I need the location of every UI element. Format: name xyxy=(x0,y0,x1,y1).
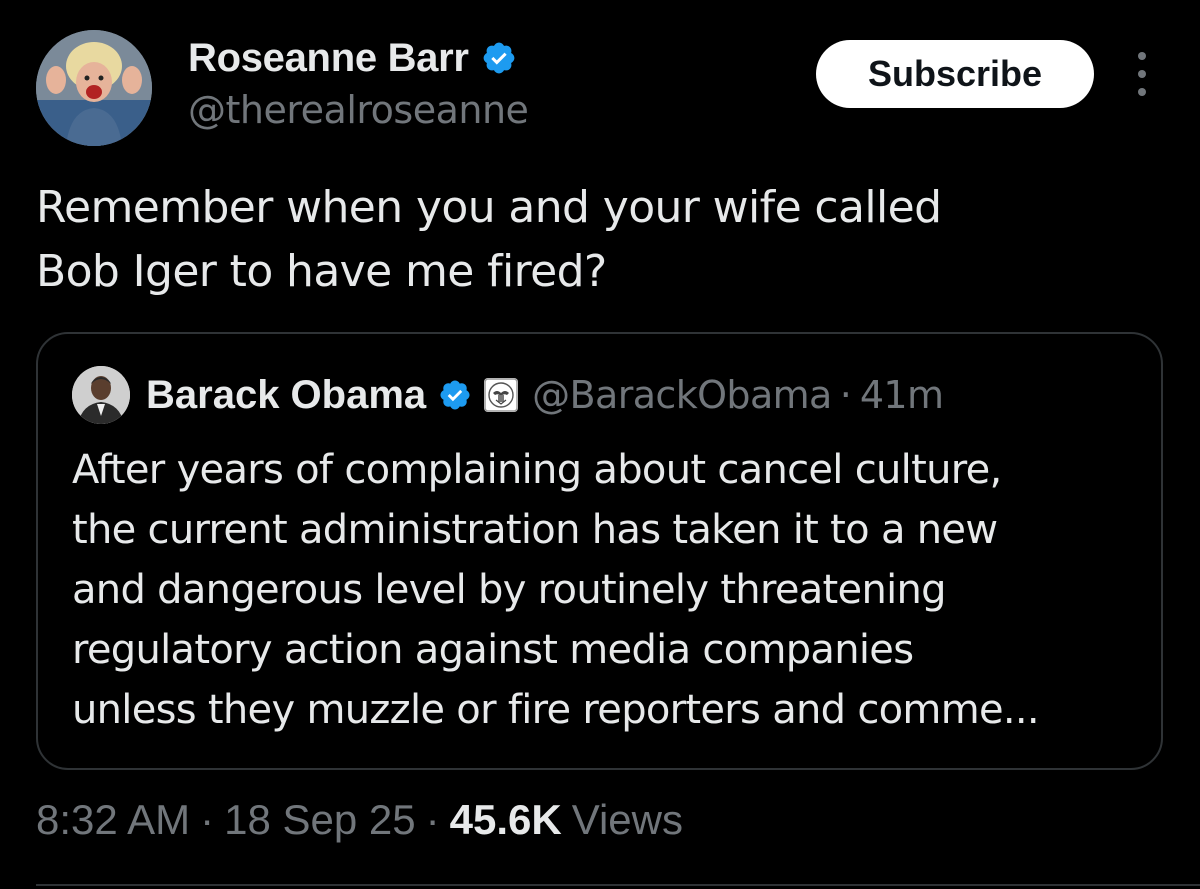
author-handle[interactable]: @therealroseanne xyxy=(188,88,529,132)
tweet-text-line: Remember when you and your wife called xyxy=(36,182,942,233)
more-dot xyxy=(1138,70,1146,78)
subscribe-button[interactable]: Subscribe xyxy=(816,40,1094,108)
quoted-author-handle[interactable]: @BarackObama xyxy=(532,373,832,417)
more-dot xyxy=(1138,52,1146,60)
more-dots-icon[interactable] xyxy=(1122,52,1162,96)
views-label[interactable]: Views xyxy=(572,796,683,844)
quoted-text-line: the current administration has taken it … xyxy=(72,507,998,553)
tweet-time[interactable]: 8:32 AM xyxy=(36,796,190,844)
author-avatar[interactable] xyxy=(36,30,152,146)
quoted-tweet-header: Barack Obama @BarackObama · 41m xyxy=(72,364,944,426)
tweet-meta: 8:32 AM · 18 Sep 25 · 45.6K Views xyxy=(36,796,683,844)
tweet: Roseanne Barr @therealroseanne Subscribe… xyxy=(0,0,1200,889)
quoted-tweet-text: After years of complaining about cancel … xyxy=(72,440,1142,740)
quoted-author-avatar[interactable] xyxy=(72,366,130,424)
tweet-text-line: Bob Iger to have me fired? xyxy=(36,246,607,297)
author-name[interactable]: Roseanne Barr xyxy=(188,36,469,81)
more-dot xyxy=(1138,88,1146,96)
separator-dot: · xyxy=(425,796,440,843)
quoted-text-line: unless they muzzle or fire reporters and… xyxy=(72,687,1040,733)
quoted-text-line: regulatory action against media companie… xyxy=(72,627,914,673)
quoted-author-name[interactable]: Barack Obama xyxy=(146,373,426,418)
verified-badge-icon xyxy=(440,380,470,410)
government-seal-icon xyxy=(484,378,519,412)
views-count[interactable]: 45.6K xyxy=(450,796,562,844)
separator-dot: · xyxy=(839,373,852,417)
quoted-tweet-time[interactable]: 41m xyxy=(860,373,944,417)
divider xyxy=(36,884,1200,886)
tweet-date[interactable]: 18 Sep 25 xyxy=(224,796,416,844)
author-name-row: Roseanne Barr xyxy=(188,34,517,82)
quoted-text-line: and dangerous level by routinely threate… xyxy=(72,567,947,613)
quoted-text-line: After years of complaining about cancel … xyxy=(72,447,1002,493)
verified-badge-icon xyxy=(483,42,515,74)
quoted-tweet-card[interactable]: Barack Obama @BarackObama · 41m After ye… xyxy=(36,332,1163,770)
separator-dot: · xyxy=(200,796,215,843)
tweet-text: Remember when you and your wife called B… xyxy=(36,176,1156,304)
